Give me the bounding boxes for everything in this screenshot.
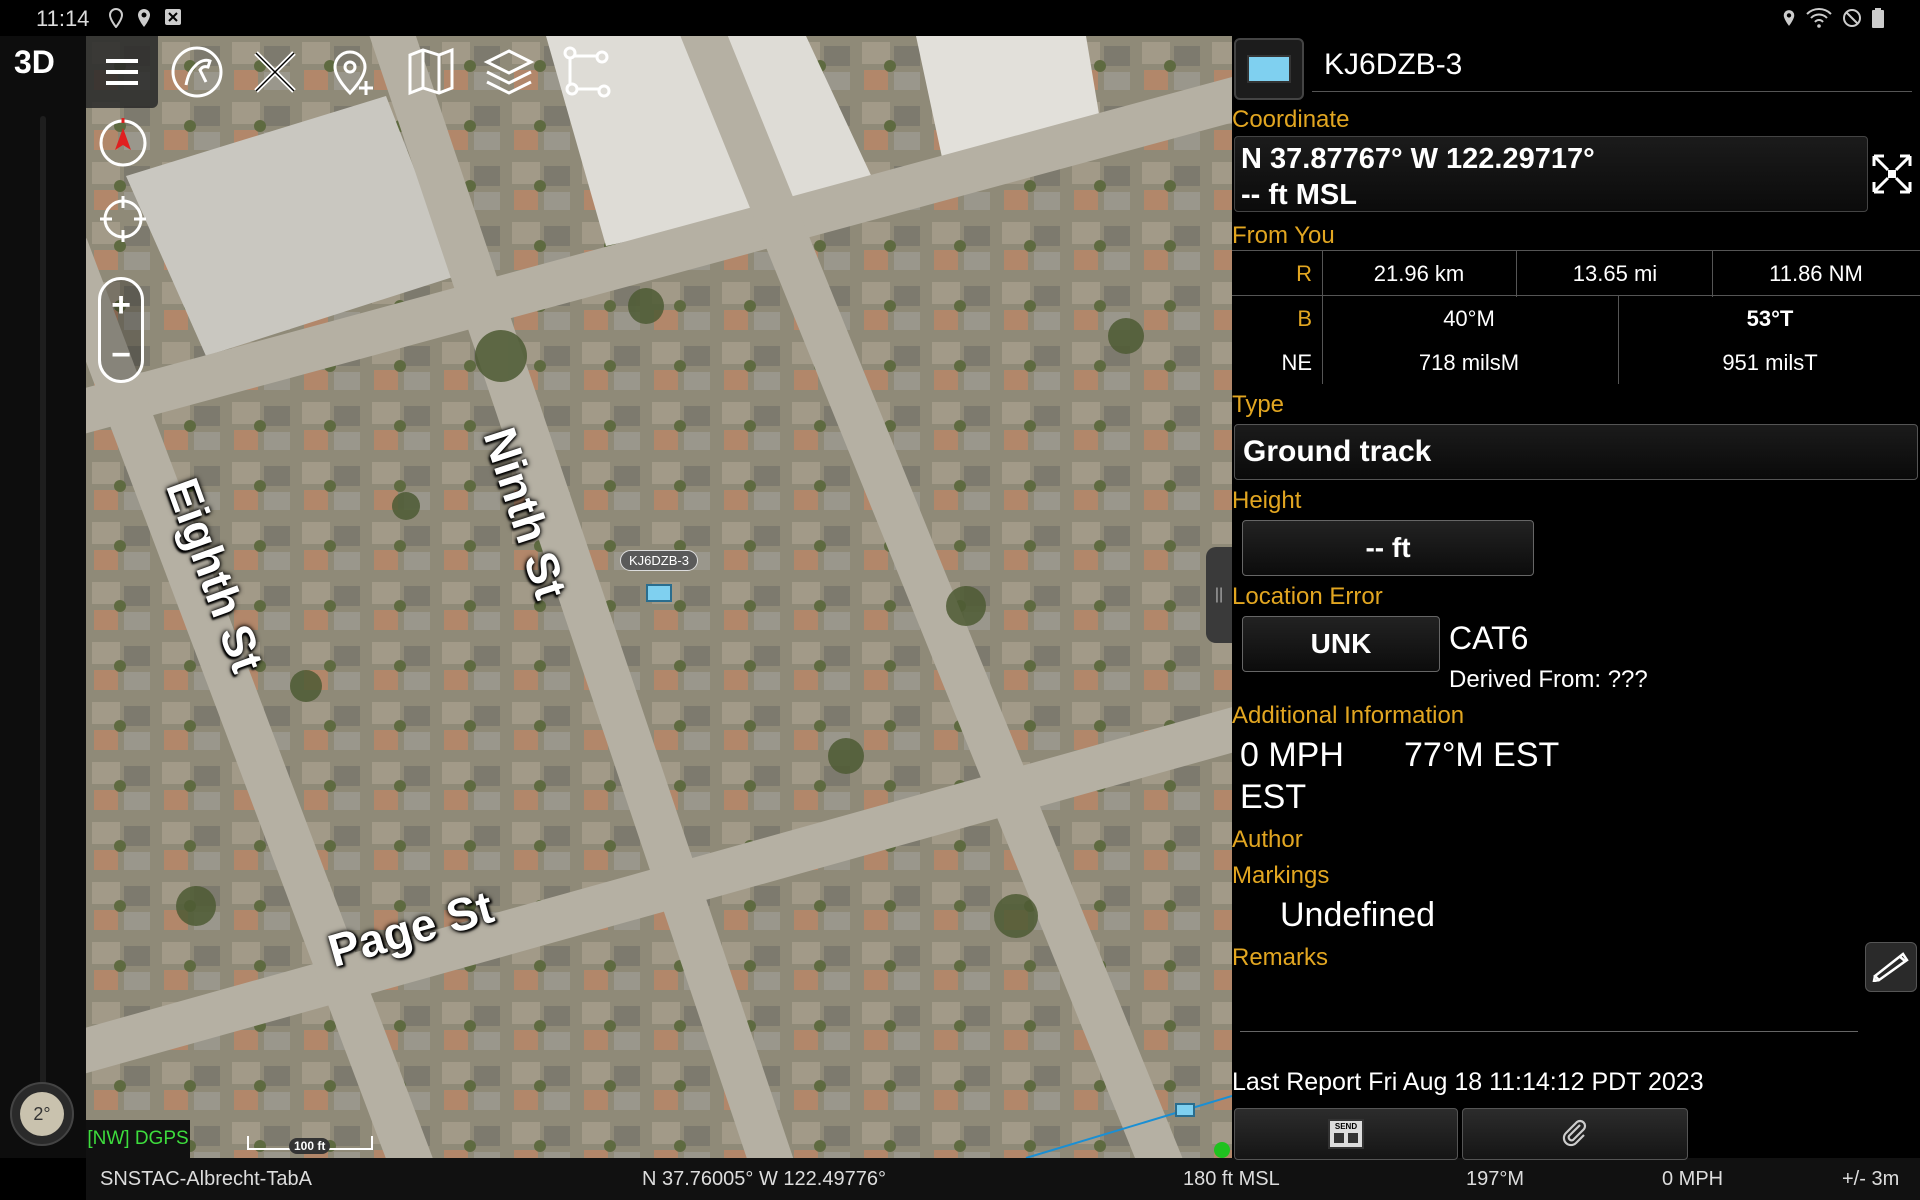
locate-me-button[interactable] bbox=[98, 194, 148, 244]
map-toolbar bbox=[86, 36, 626, 108]
zoom-in-button[interactable]: + bbox=[101, 280, 141, 330]
paperclip-icon bbox=[1562, 1119, 1587, 1147]
compass-icon bbox=[99, 118, 147, 167]
tilt-slider[interactable] bbox=[40, 116, 46, 1106]
location-icon bbox=[138, 9, 150, 27]
layers-icon bbox=[483, 49, 535, 95]
coordinate-latlon: N 37.87767° W 122.29717° bbox=[1241, 143, 1595, 175]
do-not-disturb-icon bbox=[1843, 9, 1861, 27]
coordinate-label: Coordinate bbox=[1232, 106, 1350, 133]
send-icon: SEND bbox=[1328, 1119, 1364, 1149]
self-altitude: 180 ft MSL bbox=[1183, 1168, 1280, 1190]
expand-arrows-icon bbox=[1872, 154, 1912, 194]
zoom-control: + − bbox=[98, 277, 144, 383]
scale-label: 100 ft bbox=[289, 1138, 331, 1154]
last-report: Last Report Fri Aug 18 11:14:12 PDT 2023 bbox=[1232, 1068, 1704, 1096]
tilt-value: 2° bbox=[20, 1092, 64, 1136]
bearing-row: B 40°M 53°T bbox=[1232, 296, 1920, 384]
app-notification-icon bbox=[165, 9, 181, 25]
additional-info-label: Additional Information bbox=[1232, 702, 1465, 729]
clock: 11:14 bbox=[36, 6, 90, 31]
edit-remarks-button[interactable] bbox=[1865, 942, 1917, 992]
panel-resize-handle[interactable]: || bbox=[1206, 547, 1232, 643]
compass-button[interactable] bbox=[98, 118, 148, 168]
coordinate-field[interactable]: N 37.87767° W 122.29717° -- ft MSL bbox=[1234, 136, 1868, 212]
mils-row: NE 718 milsM 951 milsT bbox=[1232, 340, 1920, 384]
pan-to-button[interactable] bbox=[1868, 150, 1916, 198]
details-panel: KJ6DZB-3 Coordinate N 37.87767° W 122.29… bbox=[1232, 36, 1920, 1160]
markings-value: Undefined bbox=[1280, 896, 1436, 934]
zoom-out-button[interactable]: − bbox=[101, 330, 141, 380]
self-speed: 0 MPH bbox=[1662, 1168, 1724, 1190]
marker-color-button[interactable] bbox=[1234, 38, 1304, 100]
tool-close[interactable] bbox=[236, 36, 314, 108]
device-name: SNSTAC-Albrecht-TabA bbox=[100, 1168, 312, 1190]
markings-label: Markings bbox=[1232, 862, 1330, 889]
self-coordinate[interactable]: N 37.76005° W 122.49776° bbox=[642, 1168, 886, 1191]
marker-label: KJ6DZB-3 bbox=[620, 550, 698, 571]
location-off-icon bbox=[108, 8, 124, 28]
close-icon bbox=[254, 51, 296, 93]
crosshair-icon bbox=[100, 196, 146, 242]
height-label: Height bbox=[1232, 487, 1302, 514]
svg-text:SEND: SEND bbox=[1335, 1122, 1357, 1131]
range-km: 21.96 km bbox=[1373, 261, 1465, 286]
bearing-true: 53°T bbox=[1746, 306, 1794, 331]
color-swatch bbox=[1247, 55, 1291, 83]
info-course: 77°M EST bbox=[1404, 736, 1560, 774]
bearing-label: B bbox=[1297, 306, 1312, 331]
mils-label: NE bbox=[1281, 350, 1312, 375]
map-icon bbox=[408, 47, 454, 96]
attachments-button[interactable] bbox=[1462, 1108, 1688, 1160]
range-bearing-table: R 21.96 km 13.65 mi 11.86 NM B 40°M 53°T… bbox=[1232, 250, 1920, 384]
left-rail: 3D bbox=[0, 36, 86, 1158]
wifi-icon bbox=[1806, 8, 1832, 28]
remarks-label: Remarks bbox=[1232, 944, 1329, 971]
author-label: Author bbox=[1232, 826, 1303, 853]
track-marker[interactable] bbox=[646, 584, 672, 602]
from-you-label: From You bbox=[1232, 222, 1335, 249]
bottom-status-bar: SNSTAC-Albrecht-TabA N 37.76005° W 122.4… bbox=[86, 1158, 1920, 1200]
remarks-field[interactable] bbox=[1240, 1031, 1858, 1032]
type-selector[interactable]: Ground track bbox=[1234, 424, 1918, 480]
add-point-icon bbox=[333, 50, 373, 96]
callsign-field[interactable]: KJ6DZB-3 bbox=[1312, 48, 1912, 92]
route-icon bbox=[563, 46, 611, 98]
range-label: R bbox=[1296, 261, 1312, 286]
mils-true: 951 milsT bbox=[1722, 350, 1818, 375]
self-accuracy: +/- 3m bbox=[1842, 1168, 1900, 1190]
coordinate-altitude: -- ft MSL bbox=[1241, 179, 1357, 211]
type-label: Type bbox=[1232, 391, 1285, 418]
battery-icon bbox=[1872, 8, 1884, 28]
hamburger-icon bbox=[106, 59, 138, 85]
horse-head-icon bbox=[171, 46, 223, 98]
pencil-icon bbox=[1872, 952, 1909, 982]
tool-route[interactable] bbox=[548, 36, 626, 108]
location-icon-right bbox=[1783, 10, 1795, 26]
height-button[interactable]: -- ft bbox=[1242, 520, 1534, 576]
bearing-magnetic: 40°M bbox=[1443, 306, 1495, 331]
range-nm: 11.86 NM bbox=[1769, 261, 1863, 286]
send-button[interactable]: SEND bbox=[1234, 1108, 1458, 1160]
tool-legacy[interactable] bbox=[158, 36, 236, 108]
info-speed: 0 MPH bbox=[1240, 736, 1344, 774]
menu-button[interactable] bbox=[86, 36, 158, 108]
info-est: EST bbox=[1240, 778, 1307, 816]
tool-maps[interactable] bbox=[392, 36, 470, 108]
gps-status: [NW] DGPS bbox=[86, 1120, 190, 1158]
self-heading: 197°M bbox=[1466, 1168, 1525, 1190]
location-category: CAT6 bbox=[1449, 620, 1529, 656]
tilt-knob[interactable]: 2° bbox=[10, 1082, 74, 1146]
range-row: R 21.96 km 13.65 mi 11.86 NM bbox=[1232, 250, 1920, 297]
derived-from: Derived From: ??? bbox=[1449, 666, 1648, 693]
location-error-button[interactable]: UNK bbox=[1242, 616, 1440, 672]
mils-magnetic: 718 milsM bbox=[1418, 350, 1520, 375]
status-bar: 11:14 bbox=[0, 0, 1920, 36]
range-mi: 13.65 mi bbox=[1572, 261, 1658, 286]
tool-add-point[interactable] bbox=[314, 36, 392, 108]
3d-mode-toggle[interactable]: 3D bbox=[14, 44, 55, 81]
location-error-label: Location Error bbox=[1232, 583, 1383, 610]
tool-layers[interactable] bbox=[470, 36, 548, 108]
